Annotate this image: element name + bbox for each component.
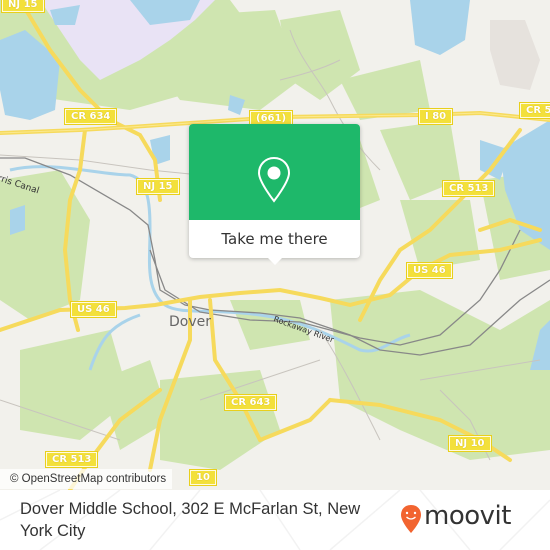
road-label-nj10-bottom: 10 — [189, 469, 217, 486]
popup-header — [189, 124, 360, 220]
road-label-cr513-mid: CR 513 — [441, 180, 496, 197]
destination-popup[interactable]: Take me there — [189, 124, 360, 265]
road-label-us46-left: US 46 — [70, 301, 117, 318]
take-me-there-button[interactable]: Take me there — [189, 220, 360, 258]
road-label-cr634: CR 634 — [63, 108, 118, 125]
moovit-pin-icon — [401, 505, 421, 533]
map-view[interactable]: NJ 15 CR 634 (661) I 80 CR 513 NJ 15 CR … — [0, 0, 550, 490]
road-label-nj10: NJ 10 — [448, 435, 492, 452]
road-label-us46-right: US 46 — [406, 262, 453, 279]
destination-address: Dover Middle School, 302 E McFarlan St, … — [20, 500, 361, 540]
road-label-cr513-bottom: CR 513 — [44, 451, 99, 468]
footer: Dover Middle School, 302 E McFarlan St, … — [0, 490, 550, 550]
road-label-nj15-mid: NJ 15 — [136, 178, 180, 195]
location-pin-icon — [257, 156, 291, 203]
place-label-dover: Dover — [169, 314, 211, 330]
road-label-nj15-top: NJ 15 — [1, 0, 45, 13]
popup-pointer — [267, 257, 283, 265]
road-label-cr643: CR 643 — [223, 394, 278, 411]
moovit-wordmark: moovit — [424, 501, 511, 531]
road-label-cr513-right: CR 513 — [518, 102, 550, 119]
map-attribution[interactable]: © OpenStreetMap contributors — [0, 469, 173, 489]
road-label-i80: I 80 — [417, 108, 454, 125]
